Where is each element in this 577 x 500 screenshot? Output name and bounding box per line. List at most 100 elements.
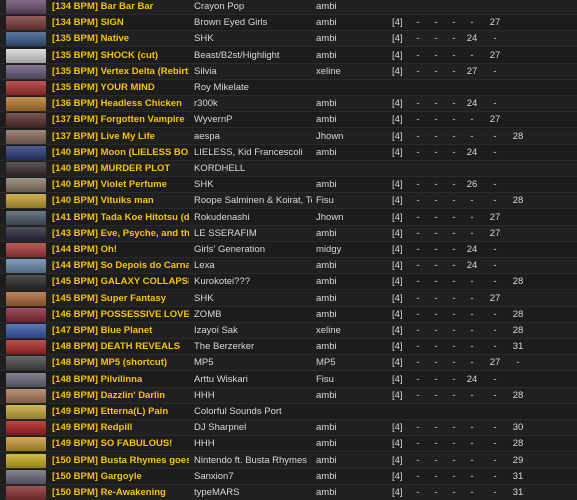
- song-title-link[interactable]: [134 BPM] SIGN: [52, 16, 189, 30]
- song-title-link[interactable]: [135 BPM] Native: [52, 32, 189, 46]
- song-title-link[interactable]: [135 BPM] SHOCK (cut): [52, 49, 189, 63]
- difficulty-level-cell: 28: [512, 276, 524, 288]
- difficulty-level-cell: 27: [489, 227, 501, 239]
- song-title-link[interactable]: [140 BPM] Violet Perfume: [52, 178, 189, 192]
- difficulty-level-cell: 24: [466, 244, 478, 255]
- song-row[interactable]: [134 BPM] SIGN Brown Eyed Girls ambi [4] - - -…: [0, 15, 577, 32]
- song-artist: Roy Mikelate: [194, 82, 249, 93]
- song-title-link[interactable]: [149 BPM] SO FABULOUS!: [52, 437, 189, 451]
- song-row[interactable]: [148 BPM] DEATH REVEALS The Berzerker ambi…: [0, 339, 577, 356]
- song-artist: Roope Salminen & Koirat, Tefl...: [194, 195, 312, 207]
- song-row[interactable]: [144 BPM] Oh! Girls' Generation midgy [4] - -…: [0, 242, 577, 258]
- song-title-link[interactable]: [149 BPM] Dazzlin' Darlin: [52, 389, 189, 403]
- song-row[interactable]: [143 BPM] Eve, Psyche, and the ... LE SSE…: [0, 225, 577, 242]
- song-title-link[interactable]: [147 BPM] Blue Planet: [52, 324, 189, 338]
- song-row[interactable]: [144 BPM] So Depois do Carnav... Lexa ambi…: [0, 258, 577, 275]
- song-title-link[interactable]: [150 BPM] Re-Awakening: [52, 486, 189, 500]
- song-title-link[interactable]: [140 BPM] Vituiks man: [52, 194, 189, 208]
- song-row[interactable]: [135 BPM] YOUR MIND Roy Mikelate: [0, 80, 577, 96]
- song-title-link[interactable]: [140 BPM] Moon (LIELESS BO...: [52, 146, 189, 160]
- song-row[interactable]: [149 BPM] Redpill DJ Sharpnel ambi [4] - - - - -…: [0, 420, 577, 437]
- chart-author: ambi: [316, 438, 337, 450]
- song-row[interactable]: [148 BPM] Pilvilinna Arttu Wiskari Fisu [4]…: [0, 371, 577, 388]
- song-row[interactable]: [145 BPM] GALAXY COLLAPSE Kurokotei??? amb…: [0, 274, 577, 291]
- chart-author: xeline: [316, 325, 341, 336]
- song-title-link[interactable]: [144 BPM] Oh!: [52, 243, 189, 257]
- chart-author: Jhown: [316, 130, 344, 142]
- song-thumbnail-image: [6, 453, 46, 468]
- song-row[interactable]: [150 BPM] Busta Rhymes goes t... Nintendo…: [0, 452, 577, 469]
- song-row[interactable]: [148 BPM] MP5 (shortcut) MP5 MP5 [4] - - - -27-: [0, 355, 577, 372]
- song-title-link[interactable]: [135 BPM] Vertex Delta (Rebirth): [52, 65, 189, 79]
- song-title-link[interactable]: [148 BPM] DEATH REVEALS: [52, 340, 189, 354]
- song-title-link[interactable]: [137 BPM] Live My Life: [52, 130, 189, 144]
- song-row[interactable]: [136 BPM] Headless Chicken r300k ambi [4] - -…: [0, 96, 577, 113]
- song-title-link[interactable]: [141 BPM] Tada Koe Hitotsu (di...: [52, 211, 189, 225]
- song-row[interactable]: [140 BPM] MURDER PLOT KORDHELL: [0, 161, 577, 177]
- difficulty-level-cell: -: [470, 195, 474, 207]
- chart-author: ambi: [316, 98, 337, 110]
- chart-author: ambi: [316, 341, 337, 353]
- difficulty-level-cell: -: [470, 114, 474, 126]
- song-artist: typeMARS: [194, 487, 240, 498]
- difficulty-level-cell: 27: [489, 211, 501, 223]
- song-title-link[interactable]: [143 BPM] Eve, Psyche, and the ...: [52, 227, 189, 241]
- chart-author: ambi: [316, 389, 337, 401]
- song-artist: Brown Eyed Girls: [194, 17, 268, 29]
- song-title-link[interactable]: [137 BPM] Forgotten Vampire: [52, 113, 189, 127]
- difficulty-level-cell: 27: [466, 65, 478, 77]
- difficulty-level-cell: -: [493, 438, 497, 450]
- song-row[interactable]: [135 BPM] SHOCK (cut) Beast/B2st/Highligh…: [0, 47, 577, 64]
- song-title-link[interactable]: [134 BPM] Bar Bar Bar: [52, 0, 189, 14]
- song-row[interactable]: [140 BPM] Moon (LIELESS BO... LIELESS, Ki…: [0, 144, 577, 161]
- song-title-link[interactable]: [135 BPM] YOUR MIND: [52, 81, 189, 95]
- song-title-link[interactable]: [150 BPM] Busta Rhymes goes t...: [52, 454, 189, 468]
- song-row[interactable]: [149 BPM] Dazzlin' Darlin HHH ambi [4] - - - - -…: [0, 387, 577, 404]
- song-row[interactable]: [149 BPM] SO FABULOUS! HHH ambi [4] - - - - -28: [0, 436, 577, 453]
- song-artist: r300k: [194, 98, 218, 110]
- song-title-link[interactable]: [148 BPM] MP5 (shortcut): [52, 356, 189, 370]
- difficulty-level-cell: -: [493, 454, 497, 466]
- song-title-link[interactable]: [149 BPM] Etterna(L) Pain: [52, 405, 189, 419]
- difficulty-level-cell: 24: [466, 33, 478, 45]
- song-thumbnail-image: [6, 356, 46, 371]
- song-row[interactable]: [150 BPM] Re-Awakening typeMARS ambi [4] - - -…: [0, 485, 577, 500]
- song-row[interactable]: [150 BPM] Gargoyle Sanxion7 ambi [4] - - - - -31: [0, 468, 577, 485]
- song-title-link[interactable]: [140 BPM] MURDER PLOT: [52, 162, 189, 176]
- song-row[interactable]: [134 BPM] Bar Bar Bar Crayon Pop ambi: [0, 0, 577, 15]
- song-thumbnail-image: [6, 194, 46, 209]
- song-title-link[interactable]: [149 BPM] Redpill: [52, 421, 189, 435]
- song-list: [134 BPM] Bar Bar Bar Crayon Pop ambi [134 …: [0, 0, 577, 500]
- chart-author: ambi: [316, 227, 337, 239]
- song-title-link[interactable]: [145 BPM] GALAXY COLLAPSE: [52, 275, 189, 289]
- song-title-link[interactable]: [144 BPM] So Depois do Carnav...: [52, 259, 189, 273]
- difficulty-level-cell: 28: [512, 438, 524, 450]
- song-row[interactable]: [145 BPM] Super Fantasy SHK ambi [4] - - - -27: [0, 290, 577, 307]
- song-artist: Beast/B2st/Highlight: [194, 49, 280, 61]
- song-title-link[interactable]: [136 BPM] Headless Chicken: [52, 97, 189, 111]
- song-thumbnail-image: [6, 324, 46, 338]
- song-row[interactable]: [147 BPM] Blue Planet Izayoi Sak xeline [4]…: [0, 323, 577, 339]
- song-thumbnail-image: [6, 372, 46, 387]
- chart-author: ambi: [316, 276, 337, 288]
- song-artist: DJ Sharpnel: [194, 422, 247, 434]
- song-row[interactable]: [135 BPM] Native SHK ambi [4] - - -24-: [0, 31, 577, 48]
- song-title-link[interactable]: [150 BPM] Gargoyle: [52, 470, 189, 484]
- song-row[interactable]: [135 BPM] Vertex Delta (Rebirth) Silvia xe…: [0, 63, 577, 80]
- song-row[interactable]: [141 BPM] Tada Koe Hitotsu (di... Rokuden…: [0, 209, 577, 226]
- difficulty-level-cell: -: [470, 341, 474, 353]
- chart-author: ambi: [316, 1, 337, 12]
- song-title-link[interactable]: [148 BPM] Pilvilinna: [52, 373, 189, 387]
- song-title-link[interactable]: [145 BPM] Super Fantasy: [52, 292, 189, 306]
- song-row[interactable]: [140 BPM] Vituiks man Roope Salminen & Ko…: [0, 193, 577, 210]
- song-row[interactable]: [146 BPM] POSSESSIVE LOVE ... ZOMB ambi [4]…: [0, 306, 577, 323]
- song-thumbnail-image: [6, 437, 46, 452]
- song-row[interactable]: [137 BPM] Live My Life aespa Jhown [4] - - - - -…: [0, 128, 577, 145]
- song-row[interactable]: [140 BPM] Violet Perfume SHK ambi [4] - - -26-: [0, 177, 577, 194]
- difficulty-level-cell: 29: [512, 454, 524, 466]
- song-thumbnail-image: [6, 129, 46, 144]
- song-title-link[interactable]: [146 BPM] POSSESSIVE LOVE ...: [52, 308, 189, 322]
- song-row[interactable]: [137 BPM] Forgotten Vampire WyvernP ambi [4…: [0, 112, 577, 129]
- song-row[interactable]: [149 BPM] Etterna(L) Pain Colorful Sounds…: [0, 404, 577, 420]
- song-thumbnail-image: [6, 291, 46, 306]
